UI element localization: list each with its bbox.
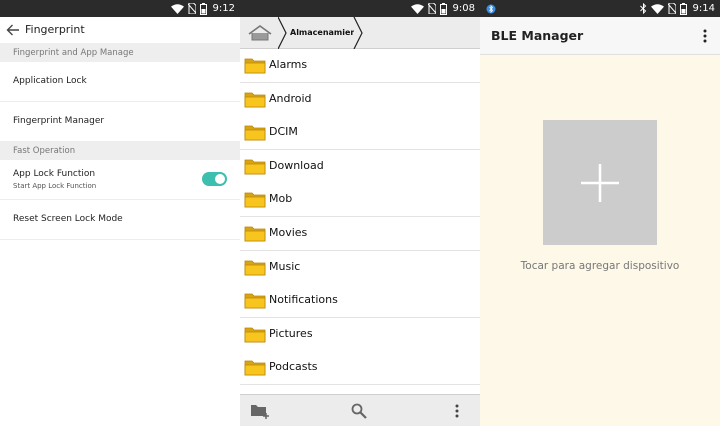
no-sim-icon <box>187 3 196 14</box>
wifi-icon <box>650 3 664 14</box>
folder-icon <box>244 125 266 141</box>
folder-name: Pictures <box>269 326 313 340</box>
section-header-fast-operation: Fast Operation <box>0 142 240 160</box>
wifi-icon <box>410 3 424 14</box>
add-device-button[interactable] <box>543 120 657 245</box>
item-sublabel: Start App Lock Function <box>13 182 97 190</box>
item-label: Reset Screen Lock Mode <box>13 214 123 224</box>
home-icon[interactable] <box>246 23 274 43</box>
no-sim-icon <box>667 3 676 14</box>
page-title: Fingerprint <box>25 23 85 36</box>
more-vert-icon[interactable] <box>454 403 460 419</box>
status-bar: 9:08 <box>240 0 480 17</box>
folder-icon <box>244 92 266 107</box>
notification-bubble-icon <box>486 4 496 13</box>
battery-icon <box>439 2 447 15</box>
app-bar: Fingerprint <box>0 17 240 44</box>
add-device-hint: Tocar para agregar dispositivo <box>520 260 680 272</box>
bluetooth-icon <box>639 3 646 14</box>
app-lock-toggle[interactable] <box>202 172 227 186</box>
status-clock: 9:08 <box>452 3 475 14</box>
breadcrumb-storage[interactable]: Almacenamien <box>290 28 354 40</box>
battery-icon <box>199 2 207 15</box>
app-bar: BLE Manager <box>480 17 720 55</box>
status-bar: 9:14 <box>480 0 720 17</box>
battery-icon <box>679 2 687 15</box>
folder-icon <box>244 159 266 175</box>
folder-icon <box>244 192 266 208</box>
folder-icon <box>244 293 266 309</box>
folder-name: Alarms <box>269 58 308 71</box>
fingerprint-screen: 9:12 Fingerprint Fingerprint and App Man… <box>0 0 240 426</box>
section-header-app-manage: Fingerprint and App Manage <box>0 44 240 62</box>
folder-row[interactable]: Movies <box>240 217 480 251</box>
back-arrow-icon[interactable] <box>6 24 20 36</box>
no-sim-icon <box>427 3 436 14</box>
folder-icon <box>244 260 266 275</box>
folder-icon <box>244 58 266 74</box>
plus-icon <box>581 164 619 202</box>
file-manager-screen: 9:08 Almacenamien Alarms Android DCIM Downl… <box>240 0 480 426</box>
reset-screen-lock-item[interactable]: Reset Screen Lock Mode <box>0 200 240 240</box>
folder-row[interactable]: Download <box>240 149 480 184</box>
folder-name: Movies <box>269 226 308 239</box>
folder-name: Download <box>269 158 324 172</box>
ble-manager-screen: 9:14 BLE Manager Tocar para agregar disp… <box>480 0 720 426</box>
folder-row[interactable]: Pictures <box>240 317 480 352</box>
folder-row[interactable]: DCIM <box>240 116 480 151</box>
folder-row[interactable]: Alarms <box>240 49 480 83</box>
folder-row[interactable]: Podcasts <box>240 351 480 386</box>
path-toolbar: Almacenamien <box>240 17 480 49</box>
item-label: Application Lock <box>13 76 87 86</box>
folder-row[interactable]: Android <box>240 82 480 117</box>
folder-row[interactable]: Music <box>240 250 480 285</box>
wifi-icon <box>170 3 184 14</box>
toggle-knob <box>215 174 225 184</box>
folder-icon <box>244 327 266 343</box>
app-lock-function-item[interactable]: App Lock Function Start App Lock Functio… <box>0 160 240 200</box>
folder-name: Notifications <box>269 293 338 307</box>
search-icon[interactable] <box>351 403 367 419</box>
status-clock: 9:12 <box>212 3 235 14</box>
folder-row[interactable]: Mob <box>240 183 480 218</box>
folder-icon <box>244 360 266 376</box>
folder-row[interactable]: Notifications <box>240 284 480 319</box>
folder-name: DCIM <box>269 125 298 139</box>
status-bar: 9:12 <box>0 0 240 17</box>
bottom-toolbar <box>240 394 480 426</box>
folder-name: Podcasts <box>269 360 318 374</box>
folder-name: Music <box>269 259 301 273</box>
more-vert-icon[interactable] <box>698 28 712 44</box>
application-lock-item[interactable]: Application Lock <box>0 62 240 102</box>
page-title: BLE Manager <box>491 28 584 43</box>
item-label: Fingerprint Manager <box>13 116 105 126</box>
new-folder-icon[interactable] <box>250 403 270 419</box>
fingerprint-manager-item[interactable]: Fingerprint Manager <box>0 102 240 142</box>
status-clock: 9:14 <box>692 3 715 14</box>
folder-name: Mob <box>269 192 293 206</box>
item-label: App Lock Function <box>13 169 96 179</box>
folder-icon <box>244 226 266 242</box>
folder-name: Android <box>269 91 312 105</box>
